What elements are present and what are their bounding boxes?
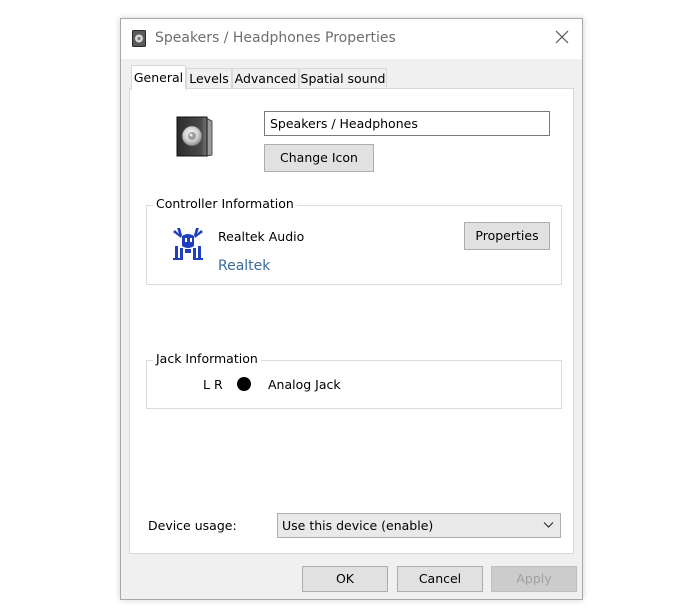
device-name-input[interactable] <box>264 111 550 136</box>
change-icon-button[interactable]: Change Icon <box>264 144 374 172</box>
jack-name: Analog Jack <box>268 377 341 392</box>
controller-vendor-link[interactable]: Realtek <box>218 258 270 274</box>
chevron-down-icon <box>543 522 554 528</box>
speaker-icon <box>176 116 213 157</box>
properties-dialog: Speakers / Headphones Properties General… <box>120 18 583 600</box>
tab-levels[interactable]: Levels <box>186 68 232 89</box>
tab-advanced[interactable]: Advanced <box>232 68 299 89</box>
device-usage-select[interactable]: Use this device (enable) <box>277 513 561 538</box>
device-usage-selected-value: Use this device (enable) <box>282 518 434 533</box>
jack-group-label: Jack Information <box>153 351 261 366</box>
jack-information-group: Jack Information L R Analog Jack <box>146 351 562 409</box>
apply-button[interactable]: Apply <box>491 566 577 592</box>
tab-spatial-sound[interactable]: Spatial sound <box>299 68 387 89</box>
device-usage-label: Device usage: <box>148 518 237 533</box>
realtek-crab-logo-icon <box>173 228 203 260</box>
close-icon[interactable] <box>554 29 570 45</box>
window-title: Speakers / Headphones Properties <box>155 30 396 46</box>
jack-channels-label: L R <box>203 377 223 392</box>
title-bar: Speakers / Headphones Properties <box>121 19 582 59</box>
ok-button[interactable]: OK <box>302 566 388 592</box>
tab-general[interactable]: General <box>131 65 186 90</box>
controller-group-label: Controller Information <box>153 196 297 211</box>
jack-color-indicator <box>237 377 251 391</box>
controller-information-group: Controller Information Realtek Audio Rea… <box>146 196 562 285</box>
controller-properties-button[interactable]: Properties <box>464 222 550 250</box>
cancel-button[interactable]: Cancel <box>397 566 483 592</box>
speaker-icon <box>132 30 146 47</box>
controller-name: Realtek Audio <box>218 229 305 244</box>
general-tab-panel: Change Icon Controller Information <box>129 88 574 554</box>
